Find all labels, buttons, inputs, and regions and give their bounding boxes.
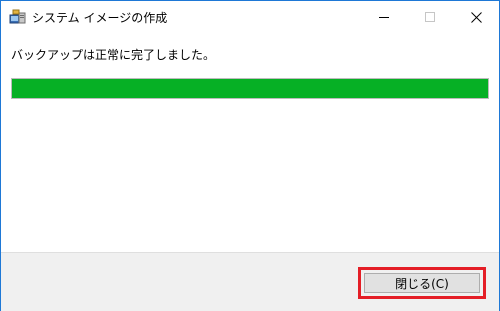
close-window-button[interactable] [453, 1, 499, 33]
backup-app-icon [9, 9, 26, 25]
maximize-button[interactable] [407, 1, 453, 33]
close-button-highlight: 閉じる(C) [358, 267, 486, 299]
status-message: バックアップは正常に完了しました。 [11, 48, 216, 62]
progress-fill [12, 79, 488, 98]
close-icon [470, 11, 482, 23]
minimize-button[interactable] [361, 1, 407, 33]
maximize-icon [425, 12, 435, 22]
dialog-footer: 閉じる(C) [1, 252, 499, 311]
title-bar[interactable]: システム イメージの作成 [1, 1, 499, 33]
progress-bar [11, 78, 489, 99]
window-title: システム イメージの作成 [32, 11, 168, 25]
close-button[interactable]: 閉じる(C) [364, 273, 480, 293]
dialog-window: システム イメージの作成 バックアップは正常に完了しました。 閉じる(C) [0, 0, 500, 311]
minimize-icon [379, 17, 389, 18]
